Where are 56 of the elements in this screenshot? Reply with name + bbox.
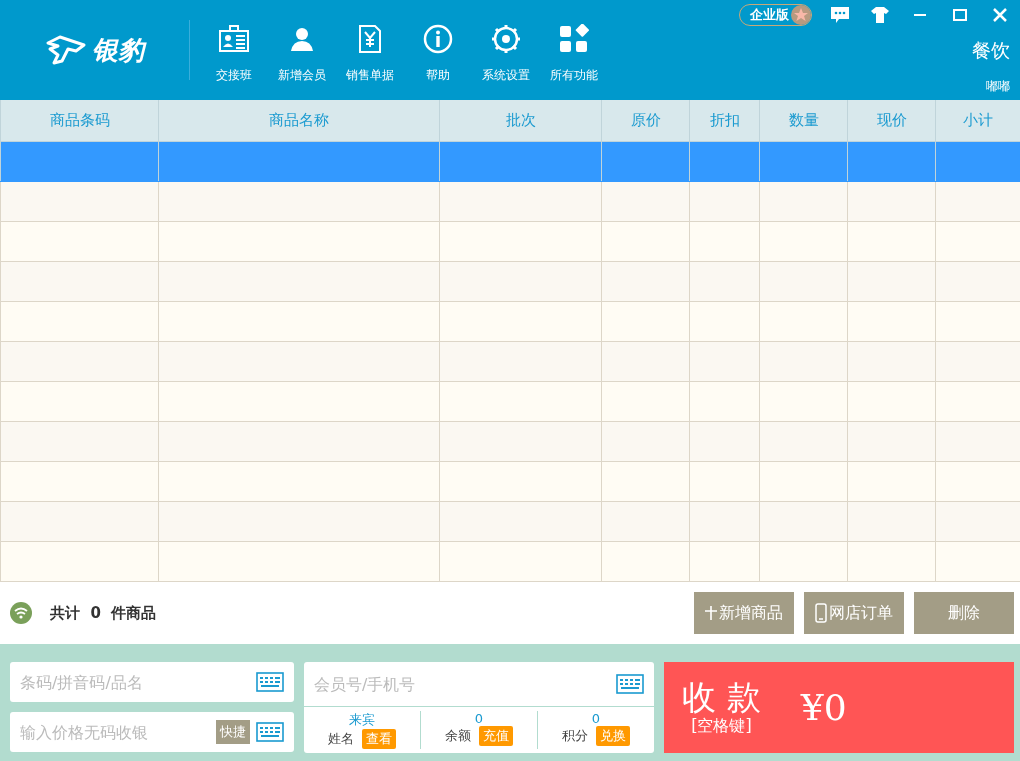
member-stat-value: 0 — [591, 711, 601, 726]
user-name: 嘟嘟 — [986, 78, 1011, 95]
plus-icon — [705, 606, 717, 620]
column-header[interactable]: 小计 — [935, 100, 1020, 142]
member-search-field[interactable]: 会员号/手机号 — [304, 662, 654, 706]
column-header[interactable]: 数量 — [759, 100, 848, 142]
phone-icon — [815, 603, 827, 623]
receipt-icon — [358, 24, 382, 53]
keyboard-icon[interactable] — [256, 672, 284, 692]
id-card-icon — [218, 24, 250, 53]
table-row[interactable] — [0, 541, 1020, 582]
member-stat-value: 0 — [474, 711, 484, 726]
action-button[interactable]: 删除 — [914, 592, 1014, 634]
table-row[interactable] — [0, 141, 1020, 182]
table-row[interactable] — [0, 501, 1020, 542]
settings-icon — [491, 23, 521, 54]
column-header[interactable]: 原价 — [601, 100, 690, 142]
table-row[interactable] — [0, 221, 1020, 262]
toolbar-button[interactable]: 帮助 — [404, 0, 472, 100]
member-action-button[interactable]: 查看 — [362, 729, 396, 749]
action-button[interactable]: 网店订单 — [804, 592, 904, 634]
toolbar-button[interactable]: 系统设置 — [472, 0, 540, 100]
grid-icon — [559, 23, 589, 54]
keyboard-icon[interactable] — [256, 722, 284, 742]
member-stat-label: 积分 — [562, 727, 588, 745]
industry-label: 餐饮 — [972, 38, 1011, 63]
table-row[interactable] — [0, 461, 1020, 502]
member-stat-value: 来宾 — [349, 711, 375, 729]
toolbar-button[interactable]: 新增会员 — [268, 0, 336, 100]
item-count-text: 共计 0 件商品 — [50, 603, 157, 623]
person-icon — [289, 25, 315, 52]
column-header[interactable]: 批次 — [439, 100, 602, 142]
table-row[interactable] — [0, 421, 1020, 462]
keyboard-icon[interactable] — [616, 674, 644, 694]
member-stat-label: 姓名 — [328, 730, 354, 748]
table-row[interactable] — [0, 381, 1020, 422]
toolbar-button[interactable]: 销售单据 — [336, 0, 404, 100]
action-button[interactable]: 新增商品 — [694, 592, 794, 634]
column-header[interactable]: 商品条码 — [0, 100, 159, 142]
member-action-button[interactable]: 兑换 — [596, 726, 630, 746]
toolbar-button[interactable]: 所有功能 — [540, 0, 608, 100]
table-row[interactable] — [0, 181, 1020, 222]
member-stat-label: 余额 — [445, 727, 471, 745]
column-header[interactable]: 商品名称 — [158, 100, 440, 142]
checkout-button[interactable]: 收 款 [空格键] ¥0 — [664, 662, 1014, 753]
table-row[interactable] — [0, 341, 1020, 382]
wifi-icon — [10, 602, 32, 624]
column-header[interactable]: 现价 — [847, 100, 936, 142]
table-row[interactable] — [0, 261, 1020, 302]
member-action-button[interactable]: 充值 — [479, 726, 513, 746]
toolbar-button[interactable]: 交接班 — [200, 0, 268, 100]
info-icon — [423, 23, 453, 54]
product-search-field[interactable]: 条码/拼音码/品名 — [10, 662, 294, 702]
table-row[interactable] — [0, 301, 1020, 342]
column-header[interactable]: 折扣 — [689, 100, 760, 142]
shortcut-button[interactable]: 快捷 — [216, 720, 250, 744]
